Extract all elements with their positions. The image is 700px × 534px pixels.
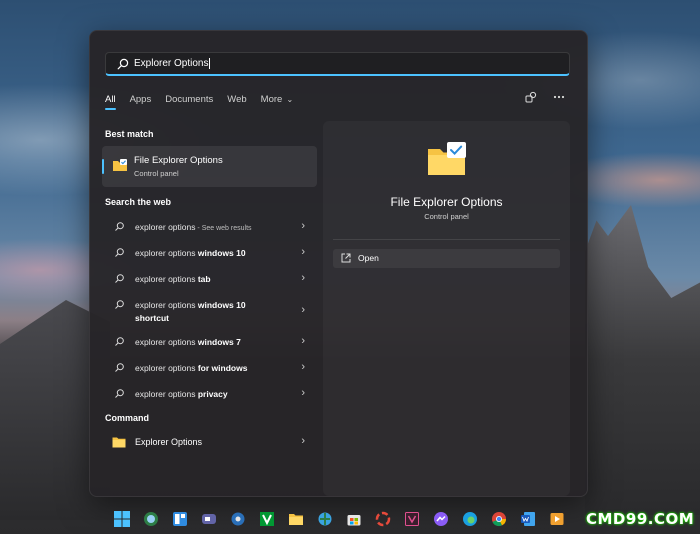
chevron-right-icon: ›	[301, 304, 305, 316]
web-result-text: explorer options for windows	[135, 362, 295, 375]
start-search-panel: Explorer Options All Apps Documents Web …	[89, 30, 588, 497]
switch-account-icon[interactable]	[525, 91, 537, 103]
tab-more-label: More	[260, 94, 283, 105]
chevron-down-icon: ⌄	[284, 95, 294, 104]
wallpaper-mountain-right	[585, 205, 700, 515]
site-watermark: CMD99.COM	[586, 510, 695, 528]
search-input[interactable]: Explorer Options	[105, 52, 570, 76]
windows-start-icon[interactable]	[110, 508, 133, 531]
vim-icon[interactable]	[255, 508, 278, 531]
best-match-subtitle: Control panel	[134, 169, 179, 178]
tab-documents[interactable]: Documents	[165, 94, 213, 105]
chevron-right-icon: ›	[301, 246, 305, 258]
search-web-heading: Search the web	[105, 197, 172, 207]
web-result-base: explorer options	[135, 363, 198, 373]
tab-all[interactable]: All	[105, 94, 116, 110]
divider	[333, 239, 560, 240]
result-detail-pane: File Explorer Options Control panel Open	[323, 121, 570, 496]
search-icon	[115, 274, 124, 283]
web-result-item[interactable]: explorer options windows 10 shortcut ›	[102, 294, 317, 330]
web-result-base: explorer options	[135, 222, 196, 232]
tab-web[interactable]: Web	[227, 94, 246, 105]
folder-options-icon	[113, 159, 127, 171]
web-result-text: explorer options tab	[135, 273, 295, 286]
web-result-bold: privacy	[197, 389, 228, 399]
web-result-base: explorer options	[135, 274, 198, 284]
web-result-base: explorer options	[135, 248, 198, 258]
search-icon	[115, 300, 124, 309]
web-result-base: explorer options	[135, 389, 198, 399]
chevron-right-icon: ›	[301, 435, 305, 447]
search-icon	[115, 363, 124, 372]
detail-title: File Explorer Options	[390, 195, 503, 209]
open-action-button[interactable]: Open	[333, 249, 560, 268]
web-result-bold: windows 7	[197, 337, 241, 347]
more-options-icon[interactable]	[553, 95, 565, 99]
open-label: Open	[358, 253, 379, 263]
chevron-right-icon: ›	[301, 272, 305, 284]
web-result-item[interactable]: explorer options windows 7 ›	[102, 331, 317, 353]
search-icon	[117, 58, 129, 69]
teams-chat-icon[interactable]	[197, 508, 220, 531]
filter-tabs: All Apps Documents Web More ⌄	[105, 94, 307, 110]
word-icon[interactable]	[516, 508, 539, 531]
chevron-right-icon: ›	[301, 361, 305, 373]
search-icon	[115, 389, 124, 398]
web-result-base: explorer options	[135, 300, 198, 310]
command-result-item[interactable]: Explorer Options ›	[102, 432, 317, 454]
tab-more[interactable]: More ⌄	[261, 94, 294, 105]
search-icon[interactable]	[139, 508, 162, 531]
detail-subtitle: Control panel	[424, 212, 469, 221]
chevron-right-icon: ›	[301, 387, 305, 399]
search-icon	[115, 222, 124, 231]
media-icon[interactable]	[400, 508, 423, 531]
tab-apps[interactable]: Apps	[130, 94, 152, 105]
edge-icon[interactable]	[458, 508, 481, 531]
best-match-heading: Best match	[105, 129, 154, 139]
web-result-item[interactable]: explorer options for windows ›	[102, 357, 317, 379]
settings-icon[interactable]	[226, 508, 249, 531]
best-match-result[interactable]: File Explorer Options Control panel	[102, 146, 317, 187]
web-result-text: explorer options privacy	[135, 388, 295, 401]
folder-options-icon	[428, 142, 466, 175]
file-explorer-icon	[112, 437, 126, 448]
search-icon	[115, 248, 124, 257]
web-result-item[interactable]: explorer options windows 10 ›	[102, 242, 317, 264]
web-result-text: explorer options windows 7	[135, 336, 295, 349]
best-match-title: File Explorer Options	[134, 155, 223, 166]
web-result-item[interactable]: explorer options tab ›	[102, 268, 317, 290]
web-result-text: explorer options windows 10 shortcut	[135, 299, 265, 324]
open-external-icon	[341, 253, 351, 263]
web-result-suffix: - See web results	[195, 225, 252, 232]
web-result-base: explorer options	[135, 337, 198, 347]
web-result-text: explorer options windows 10	[135, 247, 295, 260]
chrome-icon[interactable]	[487, 508, 510, 531]
chevron-right-icon: ›	[301, 220, 305, 232]
search-query-text: Explorer Options	[134, 58, 209, 69]
web-result-bold: tab	[197, 274, 211, 284]
web-result-item[interactable]: explorer options privacy ›	[102, 383, 317, 405]
web-result-item[interactable]: explorer options - See web results ›	[102, 216, 317, 238]
taskbar	[110, 506, 568, 532]
web-result-text: explorer options - See web results	[135, 221, 295, 236]
store-icon[interactable]	[342, 508, 365, 531]
media-player-icon[interactable]	[545, 508, 568, 531]
network-globe-icon[interactable]	[313, 508, 336, 531]
file-explorer-icon[interactable]	[284, 508, 307, 531]
chevron-right-icon: ›	[301, 335, 305, 347]
command-item-label: Explorer Options	[135, 437, 203, 447]
text-cursor	[209, 58, 211, 69]
photos-icon[interactable]	[371, 508, 394, 531]
command-heading: Command	[105, 413, 150, 423]
web-result-bold: windows 10	[197, 248, 246, 258]
messenger-icon[interactable]	[429, 508, 452, 531]
tab-actions	[525, 91, 565, 103]
search-icon	[115, 337, 124, 346]
web-result-bold: for windows	[197, 363, 248, 373]
widgets-icon[interactable]	[168, 508, 191, 531]
